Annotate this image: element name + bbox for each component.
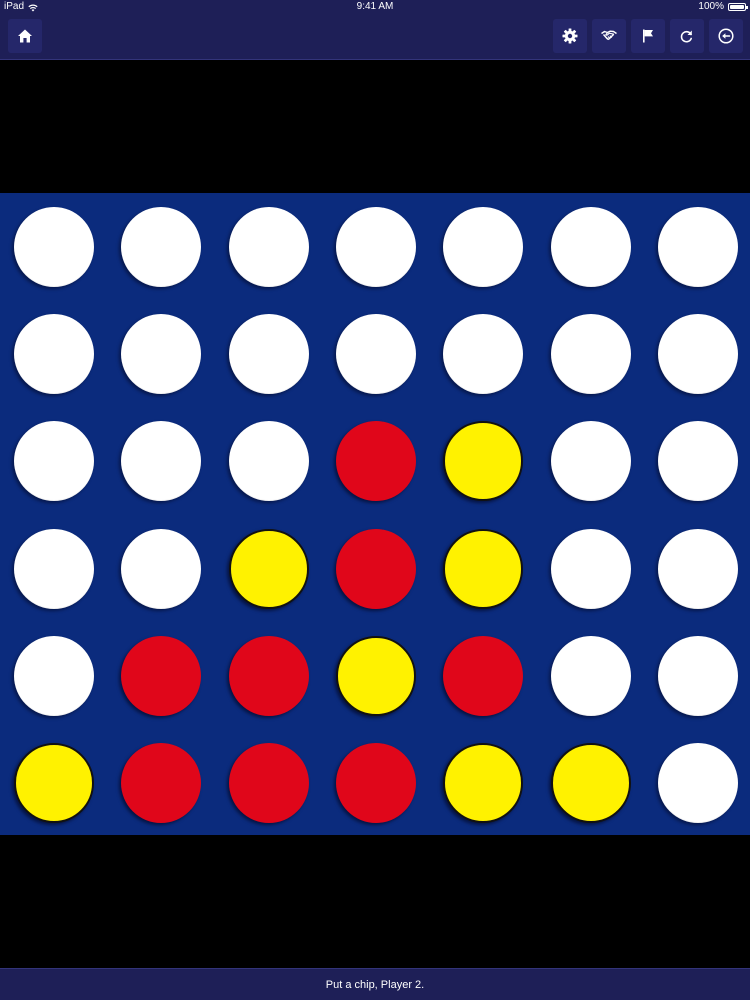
battery-icon [728, 3, 748, 11]
board-cell-r5-c6-empty[interactable] [551, 636, 631, 716]
board-cell-r4-c5-yellow[interactable] [443, 529, 523, 609]
board-cell-r6-c5-yellow[interactable] [443, 743, 523, 823]
board-cell-r4-c2-empty[interactable] [121, 529, 201, 609]
board-cell-r6-c2-red[interactable] [121, 743, 201, 823]
toolbar [0, 14, 750, 60]
board-cell-r5-c5-red[interactable] [443, 636, 523, 716]
bottom-status-bar: Put a chip, Player 2. [0, 968, 750, 1000]
board-cell-r1-c3-empty[interactable] [229, 207, 309, 287]
board-cell-r2-c6-empty[interactable] [551, 314, 631, 394]
home-button[interactable] [8, 19, 42, 53]
board-cell-r1-c7-empty[interactable] [658, 207, 738, 287]
battery-percent: 100% [698, 1, 724, 12]
board-cell-r4-c6-empty[interactable] [551, 529, 631, 609]
board-cell-r3-c1-empty[interactable] [14, 421, 94, 501]
board-cell-r1-c1-empty[interactable] [14, 207, 94, 287]
board-cell-r3-c7-empty[interactable] [658, 421, 738, 501]
board-cell-r5-c4-yellow[interactable] [336, 636, 416, 716]
flag-icon [643, 29, 653, 43]
board-cell-r3-c5-yellow[interactable] [443, 421, 523, 501]
board-cell-r3-c2-empty[interactable] [121, 421, 201, 501]
board-cell-r2-c7-empty[interactable] [658, 314, 738, 394]
settings-button[interactable] [553, 19, 587, 53]
board-cell-r6-c6-yellow[interactable] [551, 743, 631, 823]
board-cell-r2-c1-empty[interactable] [14, 314, 94, 394]
board-cell-r4-c7-empty[interactable] [658, 529, 738, 609]
status-bar: iPad 9:41 AM 100% [0, 0, 750, 14]
board-cell-r3-c3-empty[interactable] [229, 421, 309, 501]
board-cell-r4-c4-red[interactable] [336, 529, 416, 609]
board-cell-r1-c4-empty[interactable] [336, 207, 416, 287]
board-cell-r2-c2-empty[interactable] [121, 314, 201, 394]
board-cell-r2-c3-empty[interactable] [229, 314, 309, 394]
offer-draw-button[interactable] [592, 19, 626, 53]
board-cell-r3-c4-red[interactable] [336, 421, 416, 501]
status-right: 100% [698, 0, 748, 14]
game-board[interactable] [0, 193, 750, 835]
clock: 9:41 AM [356, 1, 394, 12]
board-cell-r4-c1-empty[interactable] [14, 529, 94, 609]
board-cell-r6-c4-red[interactable] [336, 743, 416, 823]
back-circle-icon [718, 28, 734, 44]
board-cell-r5-c7-empty[interactable] [658, 636, 738, 716]
redo-icon [680, 30, 692, 43]
board-cell-r6-c1-yellow[interactable] [14, 743, 94, 823]
board-cell-r5-c3-red[interactable] [229, 636, 309, 716]
board-cell-r2-c5-empty[interactable] [443, 314, 523, 394]
handshake-icon [601, 30, 617, 41]
back-button[interactable] [709, 19, 743, 53]
status-message: Put a chip, Player 2. [325, 979, 425, 991]
redo-button[interactable] [670, 19, 704, 53]
gear-icon [562, 28, 578, 44]
board-cell-r1-c2-empty[interactable] [121, 207, 201, 287]
board-cell-r6-c7-empty[interactable] [658, 743, 738, 823]
board-cell-r3-c6-empty[interactable] [551, 421, 631, 501]
board-cell-r1-c6-empty[interactable] [551, 207, 631, 287]
game-screen: iPad 9:41 AM 100% Put a chip, Player 2. [0, 0, 750, 1000]
board-cell-r1-c5-empty[interactable] [443, 207, 523, 287]
board-cell-r2-c4-empty[interactable] [336, 314, 416, 394]
board-cell-r5-c1-empty[interactable] [14, 636, 94, 716]
home-icon [18, 29, 32, 43]
resign-button[interactable] [631, 19, 665, 53]
board-cell-r5-c2-red[interactable] [121, 636, 201, 716]
board-cell-r4-c3-yellow[interactable] [229, 529, 309, 609]
board-cell-r6-c3-red[interactable] [229, 743, 309, 823]
